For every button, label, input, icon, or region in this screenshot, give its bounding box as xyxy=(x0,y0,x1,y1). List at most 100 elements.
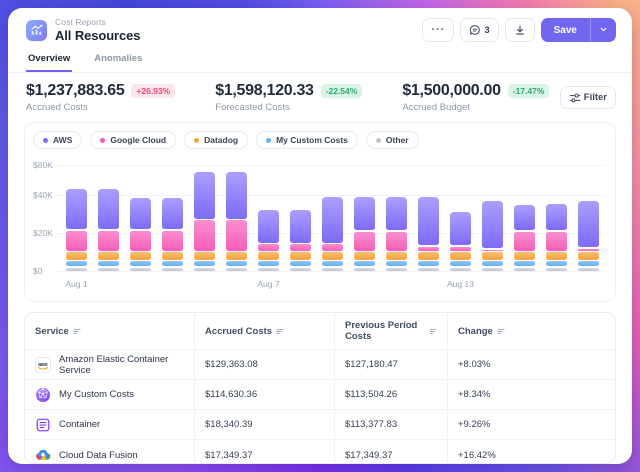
column-header-previous-period-costs[interactable]: Previous Period Costs xyxy=(334,313,447,350)
y-axis-label: $0 xyxy=(33,266,54,276)
filter-button[interactable]: Filter xyxy=(560,86,616,109)
column-header-accrued-costs[interactable]: Accrued Costs xyxy=(194,313,334,350)
comments-button[interactable]: 3 xyxy=(460,18,498,42)
change-cell: +8.03% xyxy=(447,350,615,380)
bar-aug-9[interactable] xyxy=(322,153,343,271)
stat-forecasted-costs: $1,598,120.33 -22.54% Forecasted Costs xyxy=(215,82,362,113)
sort-icon xyxy=(429,327,437,336)
bar-segment-other xyxy=(450,268,471,271)
bar-aug-15[interactable] xyxy=(514,153,535,271)
bar-segment-other xyxy=(354,268,375,271)
table-row-service[interactable]: My Custom Costs xyxy=(25,380,194,410)
bar-segment-aws xyxy=(290,210,311,243)
bar-aug-3[interactable] xyxy=(130,153,151,271)
legend-label: Datadog xyxy=(204,135,238,145)
stats-row: $1,237,883.65 +26.93% Accrued Costs $1,5… xyxy=(8,73,632,120)
change-cell: +8.34% xyxy=(447,380,615,410)
bar-segment-my-custom-costs xyxy=(322,261,343,266)
legend-chip-datadog[interactable]: Datadog xyxy=(184,131,248,149)
tab-bar: Overview Anomalies xyxy=(8,48,632,73)
bar-aug-14[interactable] xyxy=(482,153,503,271)
bar-segment-aws xyxy=(226,172,247,218)
previous-period-costs-cell: $113,377.83 xyxy=(334,410,447,440)
bar-aug-12[interactable] xyxy=(418,153,439,271)
bar-aug-6[interactable] xyxy=(226,153,247,271)
bar-segment-aws xyxy=(354,197,375,230)
filter-label: Filter xyxy=(584,92,607,103)
cost-reports-card: Cost Reports All Resources ··· 3 xyxy=(8,8,632,464)
stat-value: $1,500,000.00 xyxy=(402,82,500,100)
custom-costs-icon xyxy=(35,387,51,403)
bar-segment-my-custom-costs xyxy=(66,261,87,266)
bar-segment-datadog xyxy=(418,252,439,259)
bar-segment-other xyxy=(98,268,119,271)
bar-segment-google-cloud xyxy=(258,244,279,251)
legend-chip-aws[interactable]: AWS xyxy=(33,131,82,149)
bar-segment-my-custom-costs xyxy=(290,261,311,266)
bar-aug-11[interactable] xyxy=(386,153,407,271)
bar-segment-my-custom-costs xyxy=(546,261,567,266)
bar-segment-my-custom-costs xyxy=(354,261,375,266)
legend-chip-google-cloud[interactable]: Google Cloud xyxy=(90,131,176,149)
bar-segment-aws xyxy=(546,204,567,230)
bar-aug-13[interactable] xyxy=(450,153,471,271)
table-row-service[interactable]: Cloud Data Fusion xyxy=(25,440,194,464)
bar-segment-other xyxy=(258,268,279,271)
bar-segment-datadog xyxy=(66,252,87,259)
sort-icon xyxy=(73,327,81,336)
filter-icon xyxy=(569,92,581,104)
legend-chip-other[interactable]: Other xyxy=(366,131,419,149)
bar-segment-my-custom-costs xyxy=(386,261,407,266)
bar-segment-google-cloud xyxy=(578,249,599,251)
bar-segment-aws xyxy=(194,172,215,218)
header: Cost Reports All Resources ··· 3 xyxy=(8,8,632,46)
header-titles: Cost Reports All Resources xyxy=(55,17,140,43)
bar-segment-other xyxy=(546,268,567,271)
container-icon xyxy=(35,417,51,433)
bar-segment-my-custom-costs xyxy=(194,261,215,266)
service-name: Cloud Data Fusion xyxy=(59,450,138,461)
bar-segment-other xyxy=(514,268,535,271)
bar-segment-aws xyxy=(130,198,151,229)
bar-aug-2[interactable] xyxy=(98,153,119,271)
bar-aug-16[interactable] xyxy=(546,153,567,271)
bar-aug-8[interactable] xyxy=(290,153,311,271)
bar-segment-aws xyxy=(514,205,535,230)
column-header-change[interactable]: Change xyxy=(447,313,615,350)
table-row-service[interactable]: awsAmazon Elastic Container Service xyxy=(25,350,194,380)
x-axis-label: Aug 13 xyxy=(439,279,483,289)
save-button[interactable]: Save xyxy=(541,18,590,42)
legend-chip-my-custom-costs[interactable]: My Custom Costs xyxy=(256,131,358,149)
bar-segment-my-custom-costs xyxy=(162,261,183,266)
bar-segment-datadog xyxy=(162,252,183,259)
table-row-service[interactable]: Container xyxy=(25,410,194,440)
column-header-label: Previous Period Costs xyxy=(345,320,425,342)
download-button[interactable] xyxy=(505,18,535,42)
x-axis-label: Aug 1 xyxy=(55,279,99,289)
bar-segment-aws xyxy=(98,189,119,229)
comment-count: 3 xyxy=(484,25,489,36)
tab-overview[interactable]: Overview xyxy=(26,48,72,72)
bar-segment-aws xyxy=(482,201,503,248)
bar-segment-google-cloud xyxy=(322,244,343,251)
column-header-service[interactable]: Service xyxy=(25,313,194,350)
legend-dot-icon xyxy=(194,138,199,143)
bar-aug-10[interactable] xyxy=(354,153,375,271)
save-menu-button[interactable] xyxy=(591,18,616,42)
bar-aug-5[interactable] xyxy=(194,153,215,271)
service-name: Container xyxy=(59,419,100,430)
bar-segment-aws xyxy=(322,197,343,242)
chart-panel: AWS Google Cloud Datadog My Custom Costs Oth… xyxy=(24,122,616,302)
bar-aug-1[interactable] xyxy=(66,153,87,271)
bar-segment-google-cloud xyxy=(546,232,567,252)
bar-aug-7[interactable] xyxy=(258,153,279,271)
bar-aug-17[interactable] xyxy=(578,153,599,271)
more-button[interactable]: ··· xyxy=(422,18,454,42)
tab-anomalies[interactable]: Anomalies xyxy=(92,48,144,72)
bar-segment-other xyxy=(482,268,503,271)
stat-change-badge: -17.47% xyxy=(508,84,550,98)
service-name: Amazon Elastic Container Service xyxy=(59,354,184,376)
bar-segment-other xyxy=(386,268,407,271)
bar-aug-4[interactable] xyxy=(162,153,183,271)
bar-segment-datadog xyxy=(290,252,311,259)
